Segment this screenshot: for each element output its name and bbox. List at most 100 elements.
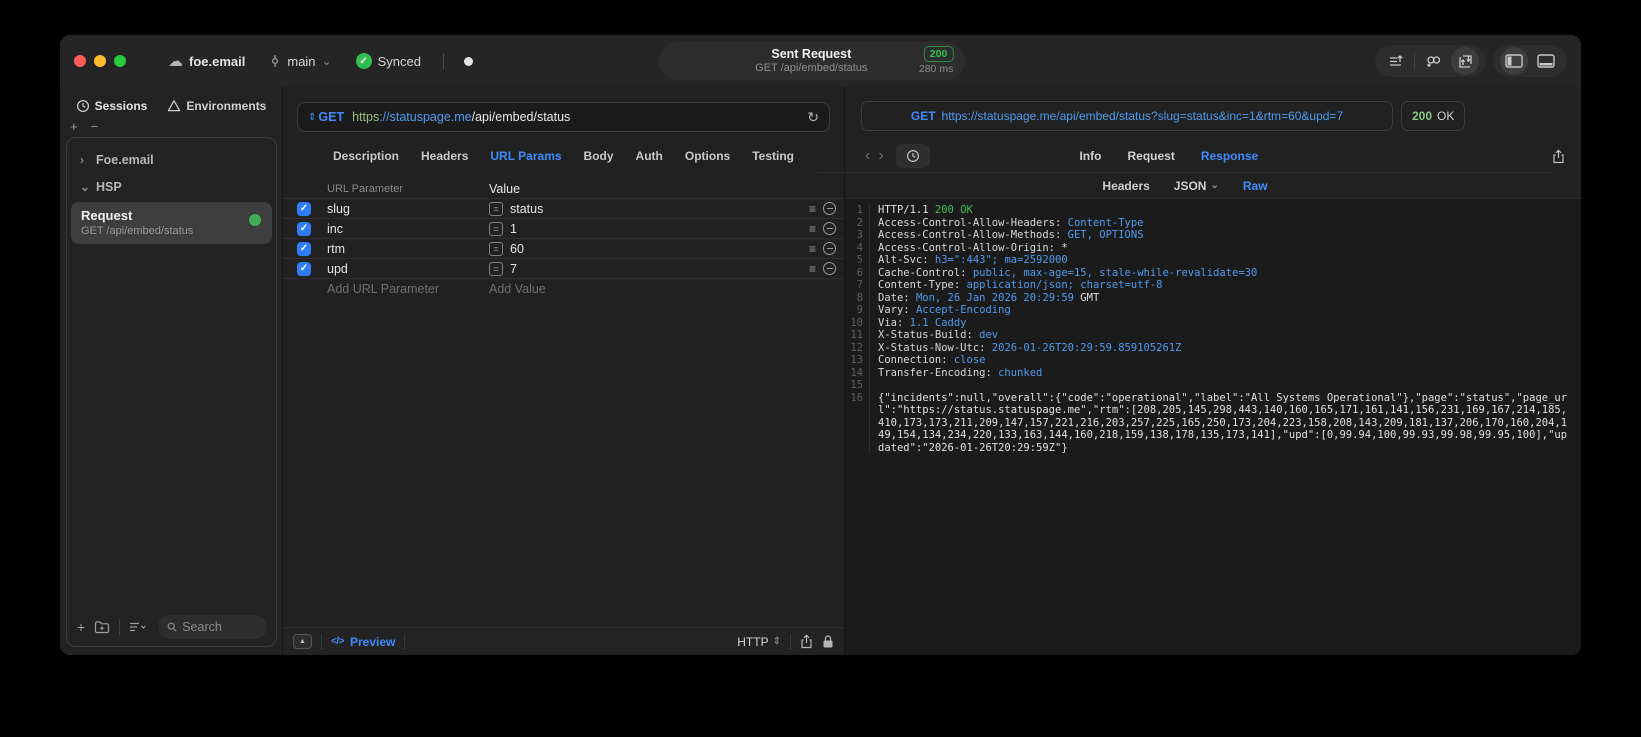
param-name-input[interactable]: inc <box>327 222 489 236</box>
sync-status-label: Synced <box>377 53 421 69</box>
reorder-handle-icon[interactable]: ≡ <box>809 202 816 216</box>
tab-headers[interactable]: Headers <box>421 149 468 163</box>
remove-param-icon[interactable] <box>823 202 836 215</box>
subtab-raw[interactable]: Raw <box>1243 179 1268 193</box>
code-line: 6 Cache-Control: public, max-age=15, stal… <box>845 266 1581 279</box>
line-text: X-Status-Build: dev <box>870 329 1581 342</box>
param-name-input[interactable]: slug <box>327 202 489 216</box>
line-number: 1 <box>845 204 870 217</box>
left-sidebar-icon <box>1505 54 1523 68</box>
column-header-value: Value <box>489 181 521 196</box>
response-url-bar[interactable]: GET https://statuspage.me/api/embed/stat… <box>861 101 1393 131</box>
param-value-cell: = 60 <box>489 241 786 256</box>
toggle-left-sidebar-button[interactable] <box>1500 47 1528 75</box>
param-name-input[interactable]: upd <box>327 262 489 276</box>
protocol-dropdown-icon: ⇕ <box>772 636 781 647</box>
new-folder-button[interactable] <box>94 620 110 634</box>
code-token: Cache-Control: <box>878 266 973 279</box>
response-status-text: OK <box>1437 109 1455 123</box>
remove-param-icon[interactable] <box>823 262 836 275</box>
branch-selector[interactable]: main ⌄ <box>269 54 332 69</box>
subtab-headers[interactable]: Headers <box>1102 179 1149 193</box>
remove-session-button[interactable]: − <box>91 120 99 135</box>
close-window-button[interactable] <box>74 55 86 67</box>
tab-environments[interactable]: Environments <box>167 99 266 113</box>
protocol-selector[interactable]: HTTP ⇕ <box>737 635 781 649</box>
history-button[interactable] <box>895 144 930 168</box>
request-status-pill[interactable]: Sent Request GET /api/embed/status 200 2… <box>658 42 965 80</box>
code-token: h3=":443"; ma=2592000 <box>934 254 1068 266</box>
sidebar-toolbar: + <box>67 612 276 646</box>
param-checkbox[interactable]: ✓ <box>297 201 311 216</box>
tab-environments-label: Environments <box>186 99 267 113</box>
bottom-panel-icon <box>1537 54 1555 68</box>
resend-request-icon[interactable]: ↻ <box>807 109 819 126</box>
param-row: ✓ slug = status ≡ <box>283 199 844 219</box>
code-token: X-Status-Build: <box>878 329 980 341</box>
code-token: Access-Control-Allow-Methods: <box>878 229 1068 241</box>
zoom-window-button[interactable] <box>114 55 126 67</box>
tab-testing[interactable]: Testing <box>752 149 794 163</box>
tab-info[interactable]: Info <box>1079 149 1101 163</box>
toggle-bottom-panel-button[interactable] <box>1532 47 1560 75</box>
add-param-row[interactable]: Add URL Parameter Add Value <box>283 279 844 299</box>
param-value-input[interactable]: 1 <box>510 222 517 236</box>
param-value-input[interactable]: 7 <box>510 262 517 276</box>
tree-item-foe-email[interactable]: › Foe.email <box>67 146 276 173</box>
tab-options[interactable]: Options <box>685 149 730 163</box>
reorder-handle-icon[interactable]: ≡ <box>809 222 816 236</box>
add-param-value-placeholder[interactable]: Add Value <box>489 282 786 296</box>
lock-request-button[interactable] <box>822 634 834 649</box>
share-request-button[interactable] <box>800 634 813 649</box>
tree-item-hsp[interactable]: ⌄ HSP <box>67 173 276 200</box>
line-text: Vary: Accept-Encoding <box>870 304 1581 317</box>
reorder-handle-icon[interactable]: ≡ <box>809 242 816 256</box>
expand-bottom-panel-button[interactable]: ▲ <box>293 634 312 649</box>
code-token: Transfer-Encoding: <box>878 366 999 379</box>
tab-request[interactable]: Request <box>1127 149 1174 163</box>
param-value-input[interactable]: status <box>510 202 543 216</box>
preview-button[interactable]: </> Preview <box>331 635 395 649</box>
add-session-button[interactable]: + <box>70 120 78 135</box>
add-request-button[interactable]: + <box>77 619 85 635</box>
param-checkbox[interactable]: ✓ <box>297 221 311 236</box>
tab-body[interactable]: Body <box>584 149 614 163</box>
history-forward-button[interactable]: › <box>874 148 887 164</box>
line-number: 2 <box>845 216 870 229</box>
subtab-json[interactable]: JSON ⌄ <box>1174 179 1219 193</box>
code-token: application/json; charset=utf-8 <box>966 279 1163 291</box>
minimize-window-button[interactable] <box>94 55 106 67</box>
tab-description[interactable]: Description <box>333 149 399 163</box>
traffic-lights <box>74 55 126 67</box>
request-list-item-selected[interactable]: Request GET /api/embed/status <box>71 202 272 244</box>
sync-status[interactable]: ✓ Synced <box>355 53 421 69</box>
param-row-actions: ≡ <box>786 202 836 216</box>
import-export-button[interactable] <box>1451 47 1479 75</box>
sync-branches-button[interactable] <box>1419 47 1447 75</box>
param-name-input[interactable]: rtm <box>327 242 489 256</box>
param-value-input[interactable]: 60 <box>510 242 524 256</box>
remove-param-icon[interactable] <box>823 222 836 235</box>
remove-param-icon[interactable] <box>823 242 836 255</box>
project-switcher[interactable]: ☁ foe.email <box>168 52 245 70</box>
request-url-bar[interactable]: ⇕ GET https://statuspage.me/api/embed/st… <box>297 102 830 132</box>
request-log-button[interactable] <box>1382 47 1410 75</box>
code-token: Date: <box>878 291 916 304</box>
search-box[interactable] <box>158 615 267 639</box>
history-back-button[interactable]: ‹ <box>861 148 874 164</box>
search-input[interactable] <box>182 620 258 634</box>
tab-response[interactable]: Response <box>1201 149 1258 163</box>
request-method[interactable]: GET <box>318 110 344 124</box>
response-body[interactable]: 1 HTTP/1.1 200 OK 2 Access-Control-Allow-He… <box>845 198 1581 655</box>
param-checkbox[interactable]: ✓ <box>297 241 311 256</box>
tab-url-params[interactable]: URL Params <box>490 149 561 163</box>
request-log-icon <box>1390 55 1403 66</box>
sort-options-button[interactable] <box>129 621 147 633</box>
export-response-button[interactable] <box>1552 148 1565 164</box>
tab-auth[interactable]: Auth <box>636 149 663 163</box>
param-checkbox[interactable]: ✓ <box>297 261 311 276</box>
sync-branches-icon <box>1426 55 1440 67</box>
reorder-handle-icon[interactable]: ≡ <box>809 262 816 276</box>
tab-sessions[interactable]: Sessions <box>76 99 147 113</box>
add-param-name-placeholder[interactable]: Add URL Parameter <box>327 282 489 296</box>
